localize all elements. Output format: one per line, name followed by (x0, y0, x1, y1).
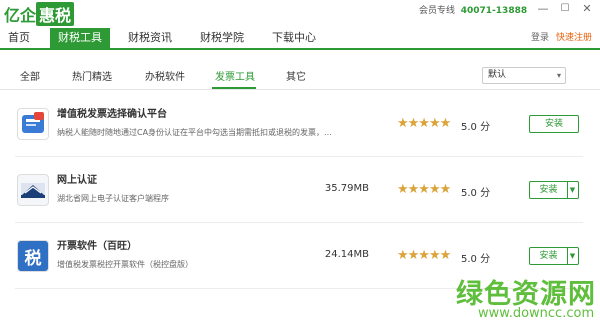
maximize-icon[interactable]: ☐ (554, 0, 576, 16)
rating-stars: ★★★★★ (397, 182, 451, 197)
install-button[interactable]: 安装 (530, 248, 568, 264)
rating-stars: ★★★★★ (397, 116, 451, 131)
minimize-icon[interactable]: — (532, 0, 554, 16)
chevron-down-icon[interactable]: ▼ (567, 182, 578, 198)
install-button[interactable]: 安装 (530, 182, 568, 198)
rating-score: 5.0 分 (461, 188, 491, 199)
online-auth-icon (17, 174, 49, 206)
hotline-number: 40071-13888 (460, 6, 528, 16)
app-name: 开票软件（百旺） (57, 241, 137, 252)
list-item: 网上认证 湖北省网上电子认证客户端程序 35.79MB ★★★★★ 5.0 分 … (15, 157, 583, 223)
chevron-down-icon: ▾ (556, 71, 561, 80)
invoice-platform-icon (17, 108, 49, 140)
sort-select-value: 默认 (488, 70, 507, 80)
member-hotline: 会员专线 40071-13888 (419, 3, 527, 16)
nav-item-home[interactable]: 首页 (8, 28, 30, 48)
nav-item-tax-news[interactable]: 财税资讯 (128, 28, 172, 48)
chevron-down-icon[interactable]: ▼ (567, 248, 578, 264)
app-logo: 亿企 惠税 (4, 2, 75, 26)
tab-invoice-tools[interactable]: 发票工具 (215, 68, 255, 83)
tab-other[interactable]: 其它 (286, 68, 306, 83)
rating-score: 5.0 分 (461, 254, 491, 265)
close-icon[interactable]: ✕ (576, 0, 598, 16)
install-split-button: 安装 ▼ (529, 247, 579, 265)
tab-all[interactable]: 全部 (20, 68, 40, 83)
title-bar: 亿企 惠税 会员专线 40071-13888 — ☐ ✕ (0, 0, 600, 28)
watermark-url: www.downcc.com (478, 306, 595, 321)
app-size: 24.14MB (324, 249, 369, 260)
rating-score: 5.0 分 (461, 122, 491, 133)
app-description: 增值税发票税控开票软件（税控盘版） (57, 260, 193, 269)
login-link[interactable]: 登录 (531, 28, 549, 48)
tab-hot-picks[interactable]: 热门精选 (72, 68, 112, 83)
list-item: 增值税发票选择确认平台 纳税人能随时随地通过CA身份认证在平台中勾选当期需抵扣或… (15, 91, 583, 157)
register-link[interactable]: 快速注册 (556, 28, 592, 48)
category-tabs: 全部 热门精选 办税软件 发票工具 其它 默认 ▾ (0, 60, 600, 90)
nav-item-tax-tools[interactable]: 财税工具 (50, 28, 110, 48)
tab-tax-software[interactable]: 办税软件 (145, 68, 185, 83)
nav-item-tax-academy[interactable]: 财税学院 (200, 28, 244, 48)
install-split-button: 安装 ▼ (529, 181, 579, 199)
app-name: 网上认证 (57, 175, 97, 186)
app-description: 湖北省网上电子认证客户端程序 (57, 194, 169, 203)
app-description: 纳税人能随时随地通过CA身份认证在平台中勾选当期需抵扣或退税的发票，... (57, 128, 332, 137)
hotline-label: 会员专线 (419, 6, 456, 16)
app-size: 35.79MB (324, 183, 369, 194)
logo-text: 亿企 (4, 6, 37, 25)
sort-select[interactable]: 默认 ▾ (482, 67, 566, 84)
tax-char-icon: 税 (17, 240, 49, 272)
main-nav: 首页 财税工具 财税资讯 财税学院 下载中心 登录 快速注册 (0, 28, 600, 50)
logo-box-text: 惠税 (36, 2, 75, 26)
rating-stars: ★★★★★ (397, 248, 451, 263)
nav-item-download-center[interactable]: 下载中心 (272, 28, 316, 48)
app-name: 增值税发票选择确认平台 (57, 109, 167, 120)
install-button[interactable]: 安装 (529, 115, 579, 133)
active-tab-underline (212, 87, 256, 89)
